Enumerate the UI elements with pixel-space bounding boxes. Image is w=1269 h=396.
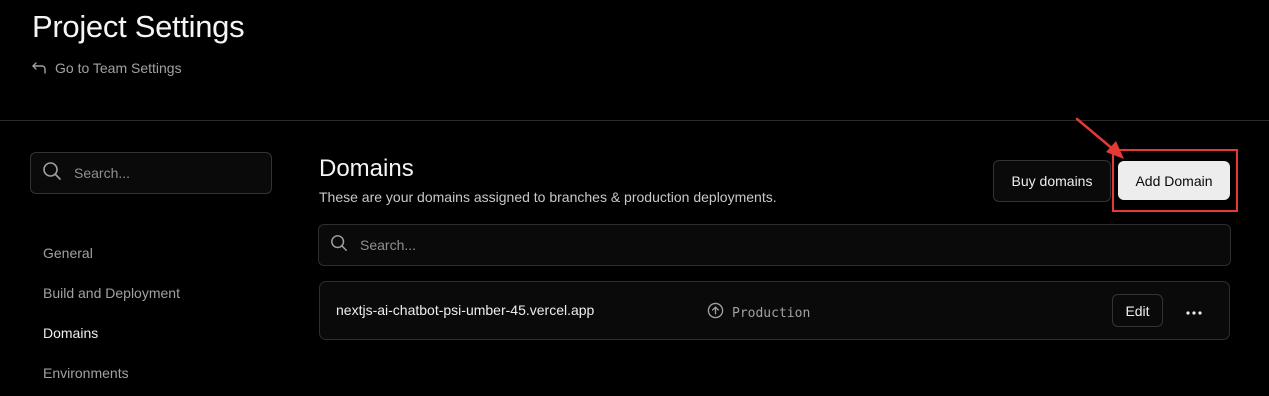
section-title: Domains	[319, 155, 414, 182]
more-horizontal-icon	[1185, 303, 1202, 318]
page-header: Project Settings Go to Team Settings	[0, 0, 1269, 121]
domain-name-link[interactable]: nextjs-ai-chatbot-psi-umber-45.vercel.ap…	[336, 302, 594, 318]
sidebar-item-general[interactable]: General	[43, 245, 93, 261]
environment-label: Production	[732, 305, 811, 321]
more-options-button[interactable]	[1177, 294, 1210, 327]
domains-search-input[interactable]	[360, 237, 1200, 253]
page-title: Project Settings	[32, 9, 245, 44]
arrow-return-left-icon	[31, 60, 47, 76]
back-link-label: Go to Team Settings	[55, 60, 182, 76]
add-domain-button[interactable]: Add Domain	[1118, 161, 1230, 200]
buy-domains-button[interactable]: Buy domains	[993, 160, 1111, 202]
sidebar-item-domains[interactable]: Domains	[43, 325, 98, 341]
project-settings-page: Project Settings Go to Team Settings Gen…	[0, 0, 1269, 396]
section-description: These are your domains assigned to branc…	[319, 189, 777, 205]
domain-row: nextjs-ai-chatbot-psi-umber-45.vercel.ap…	[319, 281, 1230, 340]
search-icon	[330, 234, 348, 257]
sidebar-search[interactable]	[30, 152, 272, 194]
environment-badge: Production	[707, 302, 810, 324]
sidebar-item-environments[interactable]: Environments	[43, 365, 129, 381]
edit-domain-button[interactable]: Edit	[1112, 294, 1163, 327]
domains-search[interactable]	[318, 224, 1231, 266]
sidebar-search-input[interactable]	[74, 165, 254, 181]
go-to-team-settings-link[interactable]: Go to Team Settings	[31, 60, 182, 76]
search-icon	[42, 161, 62, 186]
arrow-up-circle-icon	[707, 302, 724, 324]
sidebar-item-build-and-deployment[interactable]: Build and Deployment	[43, 285, 180, 301]
